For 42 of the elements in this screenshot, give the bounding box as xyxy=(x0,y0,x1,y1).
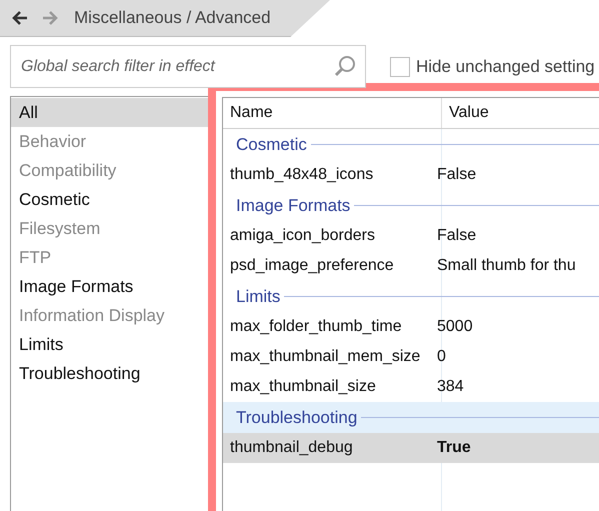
setting-row[interactable]: max_thumbnail_size 384 xyxy=(223,372,599,402)
column-header[interactable]: Name xyxy=(223,98,442,128)
group-row[interactable]: Image Formats xyxy=(223,190,599,221)
back-arrow-icon[interactable] xyxy=(12,11,28,25)
setting-value: 5000 xyxy=(437,318,473,336)
setting-row[interactable]: max_thumbnail_mem_size 0 xyxy=(223,342,599,372)
setting-value: False xyxy=(437,166,476,184)
setting-name: psd_image_preference xyxy=(229,257,395,275)
setting-name: max_thumbnail_mem_size xyxy=(229,348,422,366)
setting-name: thumb_48x48_icons xyxy=(229,166,374,184)
setting-row[interactable]: thumb_48x48_icons False xyxy=(223,160,599,190)
setting-value: 0 xyxy=(437,348,446,366)
setting-value: 384 xyxy=(437,378,464,396)
search-field[interactable]: Global search filter in effect xyxy=(10,45,366,88)
group-row[interactable]: Cosmetic xyxy=(223,129,599,160)
setting-name: max_folder_thumb_time xyxy=(229,318,403,336)
group-row[interactable]: Limits xyxy=(223,281,599,312)
group-label: Troubleshooting xyxy=(236,408,358,428)
setting-value: Small thumb for thu xyxy=(437,257,576,275)
setting-row[interactable]: max_folder_thumb_time 5000 xyxy=(223,312,599,342)
setting-row[interactable]: thumbnail_debug True xyxy=(223,433,599,463)
setting-value: False xyxy=(437,227,476,245)
category-item[interactable]: Image Formats xyxy=(11,272,208,301)
setting-name: amiga_icon_borders xyxy=(229,227,376,245)
category-item[interactable]: Limits xyxy=(11,330,208,359)
column-header[interactable]: Value xyxy=(442,104,489,122)
group-label: Cosmetic xyxy=(236,134,308,154)
group-label: Limits xyxy=(236,286,282,306)
setting-value: True xyxy=(437,439,471,457)
group-row[interactable]: Troubleshooting xyxy=(223,402,599,433)
group-label: Image Formats xyxy=(236,196,352,216)
setting-name: max_thumbnail_size xyxy=(229,378,377,396)
category-item[interactable]: Cosmetic xyxy=(11,185,208,214)
checkbox-label: Hide unchanged setting xyxy=(416,56,595,76)
checkbox[interactable] xyxy=(390,56,410,76)
setting-name: thumbnail_debug xyxy=(229,439,354,457)
setting-row[interactable]: amiga_icon_borders False xyxy=(223,221,599,251)
category-item[interactable]: All xyxy=(11,98,208,127)
setting-row[interactable]: psd_image_preference Small thumb for thu xyxy=(223,251,599,281)
category-item[interactable]: Troubleshooting xyxy=(11,359,208,388)
search-icon xyxy=(334,55,356,77)
breadcrumb-path: Miscellaneous / Advanced xyxy=(74,8,271,28)
